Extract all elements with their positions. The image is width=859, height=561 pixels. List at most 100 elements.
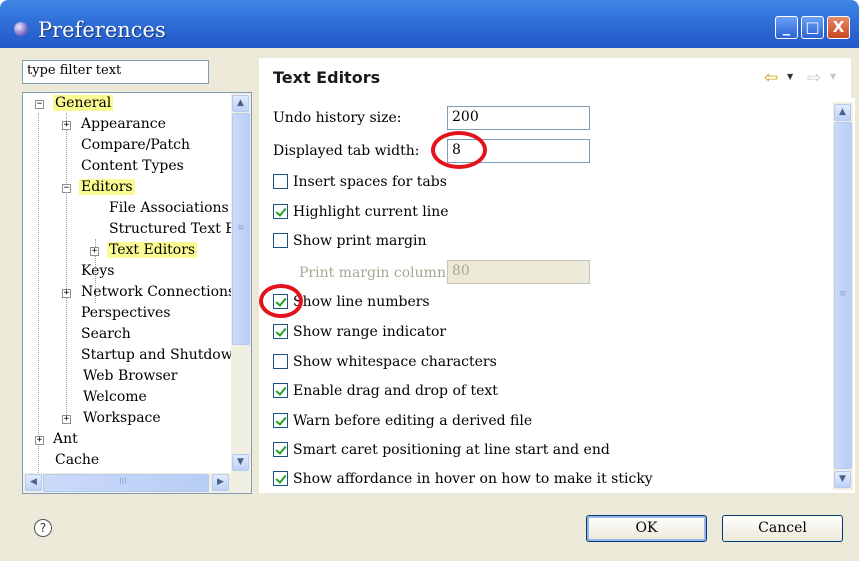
expand-icon[interactable]: + [62,289,71,298]
tree-horizontal-scrollbar[interactable]: ◀ III ▶ [23,473,251,493]
tree-item-ant[interactable]: + Ant [31,429,78,450]
grip-icon: ≡ [237,223,245,233]
checkbox-box[interactable] [273,324,288,339]
tree-item-startup-shutdown[interactable]: Startup and Shutdown [81,345,242,366]
checkbox-label: Highlight current line [293,204,449,220]
scroll-up-icon[interactable]: ▲ [834,104,851,121]
scroll-down-icon[interactable]: ▼ [834,471,851,488]
tree-item-label: Cache [55,452,100,468]
scroll-right-icon[interactable]: ▶ [212,474,229,491]
tree-item-label: Compare/Patch [81,137,191,153]
minimize-button[interactable]: _ [775,16,798,39]
tree-item-label: Editors [79,179,135,195]
drag-drop-checkbox[interactable]: Enable drag and drop of text [273,383,498,405]
collapse-icon[interactable]: − [35,100,44,109]
back-dropdown-icon[interactable]: ▼ [787,72,793,81]
print-margin-label: Print margin column: [299,265,451,281]
expand-icon[interactable]: + [90,247,99,256]
page-header: Text Editors ⇦ ▼ ⇨ ▼ [259,58,851,98]
tree-item-label: Search [81,326,131,342]
tree-item-welcome[interactable]: Welcome [83,387,147,408]
forward-arrow-icon[interactable]: ⇨ [807,68,821,88]
checkbox-box[interactable] [273,383,288,398]
tree-item-file-associations[interactable]: File Associations [109,198,229,219]
ok-button[interactable]: OK [586,515,707,542]
tree-guide-line [66,113,67,419]
expand-icon[interactable]: + [62,415,71,424]
tree-item-keys[interactable]: Keys [81,261,114,282]
close-button[interactable]: X [827,16,850,39]
checkbox-box[interactable] [273,354,288,369]
checkbox-box[interactable] [273,413,288,428]
preferences-tree: − General + Appearance Compare/Patch Con… [22,92,252,494]
checkbox-label: Enable drag and drop of text [293,383,498,399]
tree-item-label: General [53,95,114,111]
filter-input[interactable]: type filter text [22,60,209,84]
eclipse-logo-icon [14,22,28,36]
tree-item-perspectives[interactable]: Perspectives [81,303,171,324]
warn-derived-checkbox[interactable]: Warn before editing a derived file [273,413,532,435]
scroll-left-icon[interactable]: ◀ [25,474,42,491]
tree-item-text-editors[interactable]: + Text Editors [87,240,198,261]
checkbox-box[interactable] [273,471,288,486]
tree-item-label: Web Browser [83,368,178,384]
tree-item-label: Structured Text Ed [109,221,245,237]
tree-item-appearance[interactable]: + Appearance [59,114,166,135]
tree-item-content-types[interactable]: Content Types [81,156,184,177]
maximize-button[interactable]: □ [801,16,824,39]
page-title: Text Editors [273,68,381,87]
annotation-circle-line-numbers [259,284,303,318]
checkbox-label: Warn before editing a derived file [293,413,533,429]
undo-history-field[interactable]: 200 [447,106,590,130]
tree-item-network-connections[interactable]: + Network Connections [59,282,235,303]
checkbox-box[interactable] [273,442,288,457]
tree-item-label: Perspectives [81,305,171,321]
tree-item-web-browser[interactable]: Web Browser [83,366,178,387]
tree-item-general[interactable]: − General [31,93,114,114]
checkbox-box[interactable] [273,174,288,189]
tree-item-workspace[interactable]: + Workspace [59,408,161,429]
tree-item-label: Workspace [83,410,161,426]
undo-history-label: Undo history size: [273,110,402,126]
help-icon[interactable]: ? [34,519,52,537]
insert-spaces-checkbox[interactable]: Insert spaces for tabs [273,174,447,196]
show-whitespace-checkbox[interactable]: Show whitespace characters [273,354,497,376]
cancel-button[interactable]: Cancel [722,515,843,542]
expand-icon[interactable]: + [35,436,44,445]
tree-item-structured-text-editors[interactable]: Structured Text Ed [109,219,245,240]
scroll-up-icon[interactable]: ▲ [232,95,249,112]
tree-item-label: Content Types [81,158,184,174]
show-range-indicator-checkbox[interactable]: Show range indicator [273,324,446,346]
tree-item-label: Appearance [81,116,166,132]
text-editors-settings: Undo history size: 200 Displayed tab wid… [259,98,855,493]
tree-item-label: File Associations [109,200,229,216]
grip-icon: ≡ [839,289,847,299]
tree-item-cache[interactable]: Cache [55,450,99,471]
annotation-circle-tab-width [431,131,487,169]
tree-item-search[interactable]: Search [81,324,131,345]
scroll-down-icon[interactable]: ▼ [232,454,249,471]
checkbox-box[interactable] [273,233,288,248]
forward-dropdown-icon[interactable]: ▼ [830,72,836,81]
checkbox-label: Show affordance in hover on how to make … [293,471,653,487]
checkbox-label: Show line numbers [293,294,430,310]
highlight-line-checkbox[interactable]: Highlight current line [273,204,449,226]
expand-icon[interactable]: + [62,121,71,130]
title-bar[interactable]: Preferences _ □ X [0,0,859,48]
checkbox-box[interactable] [273,204,288,219]
checkbox-label: Show whitespace characters [293,354,497,370]
content-vertical-scrollbar[interactable]: ▲ ≡ ▼ [833,102,853,490]
checkbox-label: Show print margin [293,233,427,249]
tree-vertical-scrollbar[interactable]: ▲ ≡ ▼ [231,93,251,473]
tree-item-compare-patch[interactable]: Compare/Patch [81,135,190,156]
tree-item-label: Network Connections [81,284,236,300]
tree-item-editors[interactable]: − Editors [59,177,135,198]
tree-item-label: Text Editors [107,242,198,258]
collapse-icon[interactable]: − [62,184,71,193]
smart-caret-checkbox[interactable]: Smart caret positioning at line start an… [273,442,610,464]
hover-affordance-checkbox[interactable]: Show affordance in hover on how to make … [273,471,653,493]
checkbox-label: Insert spaces for tabs [293,174,447,190]
back-arrow-icon[interactable]: ⇦ [764,68,778,88]
show-print-margin-checkbox[interactable]: Show print margin [273,233,426,255]
tree-item-label: Welcome [83,389,147,405]
